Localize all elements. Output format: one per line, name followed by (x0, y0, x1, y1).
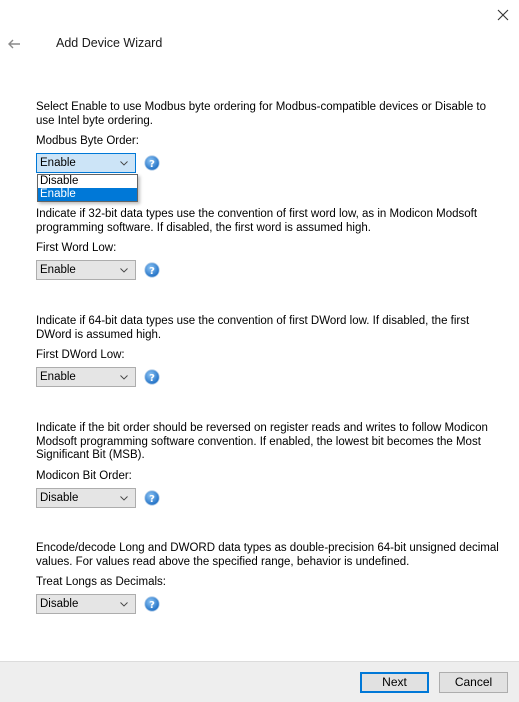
next-button[interactable]: Next (360, 672, 429, 693)
treat-longs-as-decimals-select[interactable]: Disable (36, 594, 136, 614)
description: Indicate if 32-bit data types use the co… (36, 208, 478, 234)
help-icon[interactable]: ? (144, 155, 160, 171)
chevron-down-icon (120, 268, 128, 273)
svg-text:?: ? (149, 600, 155, 611)
field-label: Treat Longs as Decimals: (36, 576, 166, 588)
section-first-dword-low: Indicate if 64-bit data types use the co… (36, 315, 506, 387)
description: Select Enable to use Modbus byte orderin… (36, 101, 487, 127)
back-button[interactable] (6, 36, 22, 52)
section-treat-longs-as-decimals: Encode/decode Long and DWORD data types … (36, 542, 506, 614)
chevron-down-icon (120, 602, 128, 607)
wizard-footer: Next Cancel (0, 661, 519, 702)
select-value: Enable (40, 264, 76, 276)
cancel-button[interactable]: Cancel (439, 672, 508, 693)
back-arrow-icon (8, 39, 20, 49)
close-button[interactable] (494, 6, 512, 24)
description: Encode/decode Long and DWORD data types … (36, 542, 499, 568)
help-icon[interactable]: ? (144, 262, 160, 278)
help-icon[interactable]: ? (144, 596, 160, 612)
dropdown-option-disable[interactable]: Disable (38, 175, 137, 188)
section-modicon-bit-order: Indicate if the bit order should be reve… (36, 422, 506, 508)
description: Indicate if the bit order should be reve… (36, 422, 488, 461)
svg-text:?: ? (149, 373, 155, 384)
section-first-word-low: Indicate if 32-bit data types use the co… (36, 208, 506, 280)
close-icon (497, 9, 509, 21)
field-label: Modbus Byte Order: (36, 135, 139, 147)
select-value: Disable (40, 598, 79, 610)
modbus-byte-order-select[interactable]: Enable Disable Enable (36, 153, 138, 202)
dropdown-option-enable[interactable]: Enable (38, 188, 137, 201)
description: Indicate if 64-bit data types use the co… (36, 315, 470, 341)
svg-text:?: ? (149, 159, 155, 170)
svg-text:?: ? (149, 266, 155, 277)
field-label: First DWord Low: (36, 349, 125, 361)
section-modbus-byte-order: Select Enable to use Modbus byte orderin… (36, 101, 506, 202)
select-value: Enable (40, 371, 76, 383)
field-label: Modicon Bit Order: (36, 469, 132, 482)
field-label: First Word Low: (36, 242, 117, 254)
modicon-bit-order-select[interactable]: Disable (36, 487, 136, 508)
wizard-title: Add Device Wizard (56, 36, 163, 50)
chevron-down-icon (120, 375, 128, 380)
svg-text:?: ? (149, 493, 155, 504)
dropdown-list: Disable Enable (37, 174, 138, 202)
select-value: Enable (40, 157, 76, 169)
help-icon[interactable]: ? (144, 369, 160, 385)
help-icon[interactable]: ? (144, 489, 160, 506)
first-word-low-select[interactable]: Enable (36, 260, 136, 280)
select-value: Disable (40, 491, 79, 504)
chevron-down-icon (120, 161, 128, 166)
first-dword-low-select[interactable]: Enable (36, 367, 136, 387)
chevron-down-icon (120, 495, 128, 501)
